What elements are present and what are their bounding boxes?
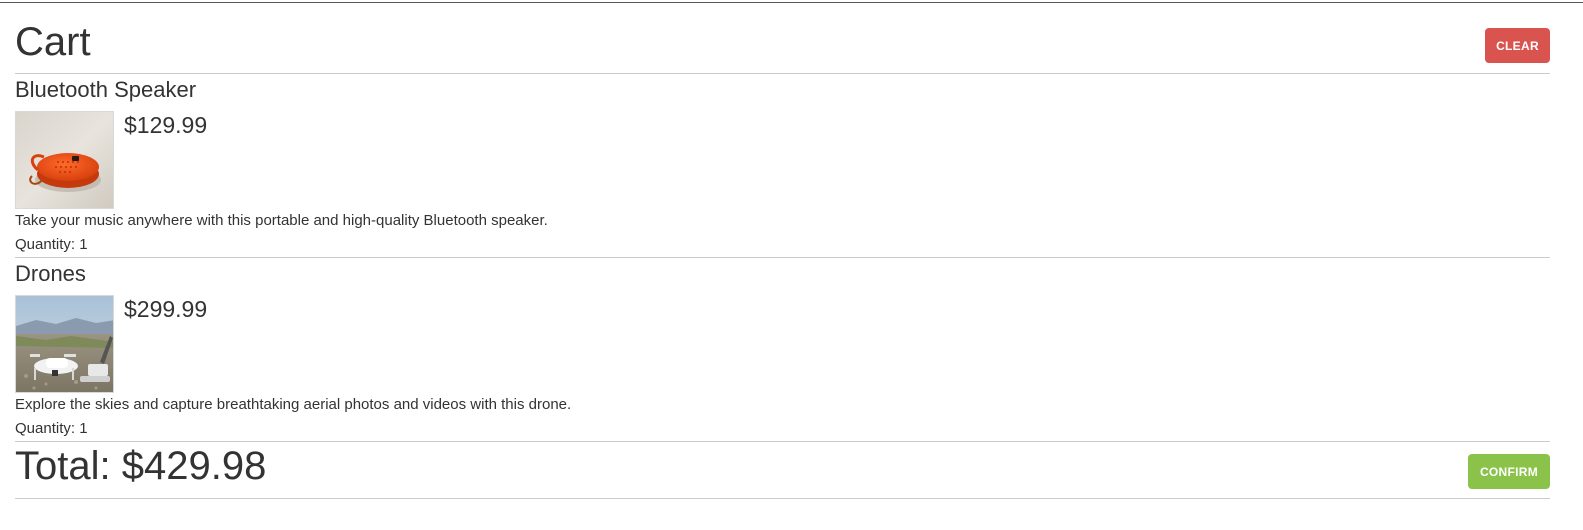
- page-title: Cart: [15, 20, 91, 64]
- item-name: Drones: [15, 261, 86, 286]
- confirm-button[interactable]: CONFIRM: [1468, 454, 1550, 489]
- cart-container: Cart CLEAR Bluetooth Speaker $129.99 Tak…: [15, 0, 1550, 499]
- item-price: $299.99: [124, 296, 208, 322]
- cart-total: Total: $429.98: [15, 444, 267, 488]
- drone-image: [15, 295, 114, 393]
- item-description: Take your music anywhere with this porta…: [15, 212, 548, 229]
- clear-button[interactable]: CLEAR: [1485, 28, 1550, 63]
- item-quantity: Quantity: 1: [15, 420, 88, 437]
- item-description: Explore the skies and capture breathtaki…: [15, 396, 572, 413]
- item-quantity: Quantity: 1: [15, 236, 88, 253]
- cart-footer: Total: $429.98 CONFIRM: [15, 442, 1550, 499]
- cart-item-bluetooth-speaker: Bluetooth Speaker $129.99 Take your musi…: [15, 74, 1550, 258]
- speaker-image: [15, 111, 114, 209]
- item-name: Bluetooth Speaker: [15, 77, 197, 102]
- item-price: $129.99: [124, 112, 208, 138]
- cart-header: Cart CLEAR: [15, 0, 1550, 74]
- cart-item-drones: Drones $299.99 Explore the skies and cap…: [15, 258, 1550, 442]
